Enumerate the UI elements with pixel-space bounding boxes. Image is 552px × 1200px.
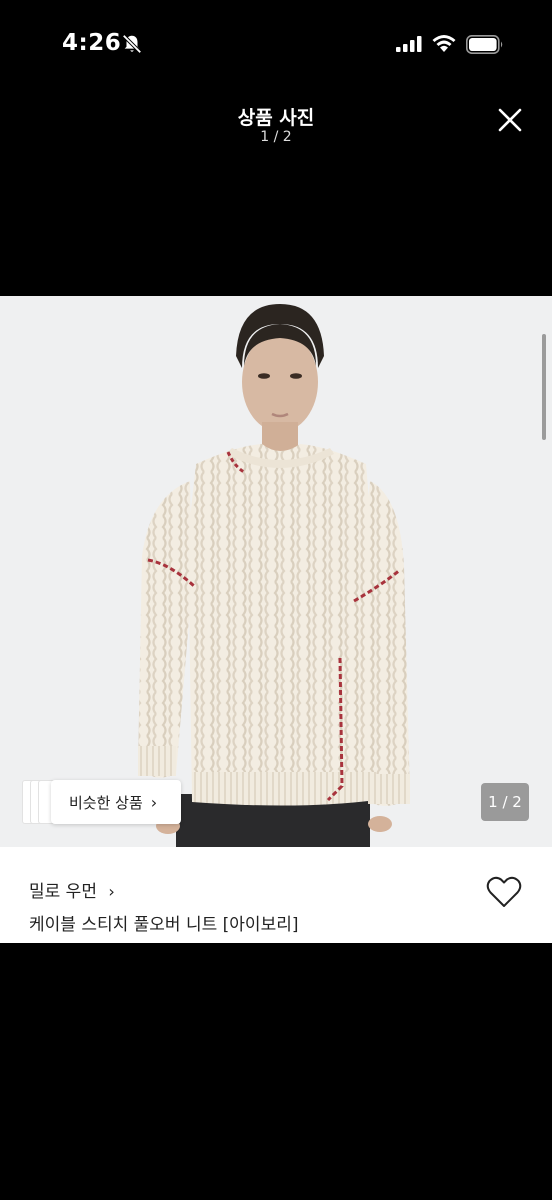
status-time: 4:26 bbox=[62, 30, 122, 56]
page-title: 상품 사진 bbox=[237, 107, 315, 129]
battery-icon bbox=[466, 35, 503, 54]
wifi-icon bbox=[432, 35, 456, 52]
similar-products-label: 비슷한 상품 bbox=[69, 793, 143, 812]
chevron-right-icon: › bbox=[108, 882, 115, 901]
page-indicator: 1 / 2 bbox=[481, 783, 529, 821]
heart-outline-icon[interactable] bbox=[486, 876, 522, 908]
product-name: 케이블 스티치 풀오버 니트 [아이보리] bbox=[29, 915, 299, 935]
scroll-indicator[interactable] bbox=[542, 334, 546, 440]
chevron-right-icon: › bbox=[150, 792, 158, 812]
status-bar: 4:26 bbox=[0, 0, 552, 90]
product-info: 밀로 우먼 › 케이블 스티치 풀오버 니트 [아이보리] bbox=[0, 847, 552, 943]
close-icon[interactable] bbox=[494, 104, 526, 136]
similar-products-button[interactable]: 비슷한 상품 › bbox=[51, 780, 181, 824]
product-photo[interactable]: 비슷한 상품 › 1 / 2 bbox=[0, 296, 552, 847]
photo-counter: 1 / 2 bbox=[260, 129, 292, 145]
cellular-signal-icon bbox=[396, 36, 422, 52]
bell-slash-icon bbox=[122, 34, 142, 54]
brand-name: 밀로 우먼 bbox=[29, 882, 97, 902]
brand-link[interactable]: 밀로 우먼 › bbox=[29, 877, 115, 902]
model-image bbox=[138, 304, 410, 847]
